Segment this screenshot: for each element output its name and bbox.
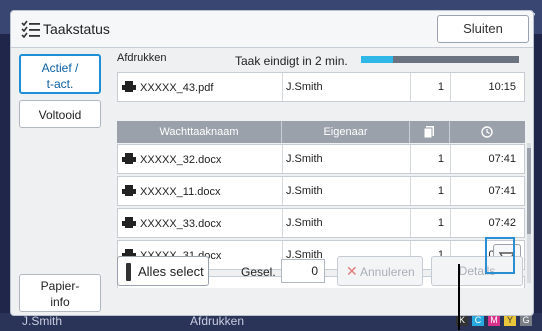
column-divider [449, 121, 450, 143]
column-divider [410, 209, 411, 237]
printing-job-row[interactable]: XXXXX_43.pdf J.Smith 1 10:15 [117, 72, 525, 102]
background-job: Afdrukken [190, 314, 245, 328]
close-icon: ✕ [346, 263, 358, 279]
printing-job-time: 10:15 [488, 81, 516, 93]
close-button[interactable]: Sluiten [437, 15, 529, 43]
column-divider [450, 177, 451, 205]
printing-job-name: XXXXX_43.pdf [140, 82, 214, 94]
column-divider [282, 209, 283, 237]
printing-status-text: Taak eindigt in 2 min. [235, 54, 348, 68]
tab-active-jobs-label-1: Actief / [41, 61, 79, 75]
tab-paper-info-label-1: Papier- [40, 279, 80, 293]
job-time: 07:42 [488, 217, 516, 229]
dialog-title: Taakstatus [43, 21, 110, 37]
printing-job-count: 1 [437, 81, 444, 93]
table-row[interactable]: XXXXX_33.docx J.Smith 1 07:42 [117, 208, 525, 238]
column-divider [450, 145, 451, 173]
print-progress-bar [361, 56, 519, 63]
background-user: J.Smith [22, 314, 63, 328]
scrollbar-thumb[interactable] [527, 148, 531, 234]
job-status-dialog: Taakstatus Sluiten Actief / t-act. Volto… [10, 10, 534, 316]
select-all-label: Alles select [138, 264, 204, 279]
job-count: 1 [437, 185, 444, 197]
queue-table-header: Wachttaaknaam Eigenaar [117, 121, 525, 143]
printing-job-name-cell: XXXXX_43.pdf [122, 81, 280, 94]
callout-line [458, 264, 460, 330]
job-owner: J.Smith [286, 153, 323, 165]
select-all-button[interactable]: Alles select [117, 256, 209, 286]
job-time: 07:41 [488, 185, 516, 197]
printer-icon [122, 153, 136, 164]
column-divider [450, 209, 451, 237]
tab-active-jobs[interactable]: Actief / t-act. [19, 54, 101, 94]
table-row[interactable]: XXXXX_11.docx J.Smith 1 07:41 [117, 176, 525, 206]
table-row[interactable]: XXXXX_32.docx J.Smith 1 07:41 [117, 144, 525, 174]
job-name: XXXXX_33.docx [140, 218, 222, 230]
job-time: 07:41 [488, 153, 516, 165]
status-sidebar: Actief / t-act. Voltooid Papier- info [11, 48, 109, 316]
dialog-action-bar: Alles select Gesel. 0 ✕ Annuleren Detail… [115, 256, 531, 294]
tab-paper-info-label-2: info [50, 295, 70, 309]
printer-icon [122, 81, 136, 92]
print-progress-fill [361, 56, 393, 63]
cancel-jobs-label: Annuleren [360, 265, 415, 279]
tab-paper-info[interactable]: Papier- info [19, 274, 101, 312]
job-name: XXXXX_32.docx [140, 154, 222, 166]
job-name-cell: XXXXX_32.docx [122, 153, 280, 166]
job-name-cell: XXXXX_11.docx [122, 185, 280, 198]
column-divider [282, 73, 283, 101]
column-divider [410, 145, 411, 173]
tab-completed-label: Voltooid [38, 108, 82, 122]
select-all-icon [126, 263, 131, 281]
column-divider [282, 177, 283, 205]
column-header-job-name: Wachttaaknaam [159, 126, 239, 138]
copies-icon [423, 126, 434, 138]
job-count: 1 [437, 153, 444, 165]
job-owner: J.Smith [286, 185, 323, 197]
column-divider [282, 145, 283, 173]
checklist-icon [21, 20, 40, 38]
printing-job-owner: J.Smith [286, 81, 323, 93]
dialog-titlebar: Taakstatus Sluiten [11, 11, 533, 48]
clock-icon [481, 126, 493, 138]
column-divider [450, 73, 451, 101]
tab-completed[interactable]: Voltooid [19, 100, 101, 128]
printing-section-label: Afdrukken [117, 52, 167, 64]
printer-icon [122, 185, 136, 196]
selected-count-label: Gesel. [241, 265, 276, 279]
printer-icon [122, 217, 136, 228]
job-name-cell: XXXXX_33.docx [122, 217, 280, 230]
selected-count-field: 0 [281, 259, 325, 283]
cancel-jobs-button[interactable]: ✕ Annuleren [337, 256, 423, 286]
callout-highlight [485, 237, 515, 274]
job-count: 1 [437, 217, 444, 229]
tab-active-jobs-label-2: t-act. [46, 77, 74, 91]
column-divider [409, 121, 410, 143]
column-divider [410, 177, 411, 205]
job-name: XXXXX_11.docx [140, 186, 221, 198]
job-owner: J.Smith [286, 217, 323, 229]
column-divider [410, 73, 411, 101]
column-header-owner: Eigenaar [323, 126, 368, 138]
